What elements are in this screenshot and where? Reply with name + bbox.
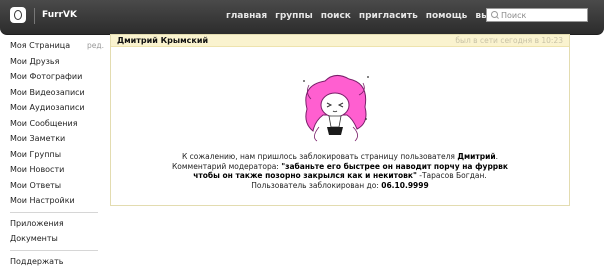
search-icon <box>491 11 498 18</box>
logo-icon[interactable] <box>10 7 26 23</box>
blocked-username: Дмитрий <box>457 152 495 161</box>
nav-invite[interactable]: пригласить <box>355 11 422 21</box>
online-status: был в сети сегодня в 10:23 <box>455 36 563 45</box>
blocked-until-line: Пользователь заблокирован до: 06.10.9999 <box>111 181 569 191</box>
nav-home[interactable]: главная <box>222 11 271 21</box>
brand-name[interactable]: FurrVK <box>42 10 77 20</box>
sidebar-item-groups[interactable]: Мои Группы <box>10 147 104 163</box>
sidebar-item-apps[interactable]: Приложения <box>10 216 104 232</box>
avatar <box>297 69 373 145</box>
sidebar-item-videos[interactable]: Мои Видеозаписи <box>10 85 104 101</box>
moderator-comment-label: Комментарий модератора: <box>172 162 281 171</box>
blocked-line: К сожалению, нам пришлось заблокировать … <box>111 152 569 162</box>
top-bar: FurrVK главная группы поиск пригласить п… <box>0 0 604 35</box>
sidebar-item-audio[interactable]: Мои Аудиозаписи <box>10 100 104 116</box>
nav-help[interactable]: помощь <box>422 11 472 21</box>
top-nav: главная группы поиск пригласить помощь в… <box>222 11 511 21</box>
sidebar-item-answers[interactable]: Мои Ответы <box>10 178 104 194</box>
blocked-message: К сожалению, нам пришлось заблокировать … <box>111 152 569 190</box>
edit-link[interactable]: ред. <box>87 38 104 54</box>
sidebar-item-photos[interactable]: Мои Фотографии <box>10 69 104 85</box>
sidebar-divider <box>10 212 98 213</box>
sidebar-item-label: Моя Страница <box>10 41 70 50</box>
sidebar-item-settings[interactable]: Мои Настройки <box>10 193 104 209</box>
sidebar-item-notes[interactable]: Мои Заметки <box>10 131 104 147</box>
nav-groups[interactable]: группы <box>271 11 317 21</box>
profile-panel: Дмитрий Крымский был в сети сегодня в 10… <box>110 34 570 206</box>
blocked-until-label: Пользователь заблокирован до: <box>251 181 381 190</box>
blocked-text-end: . <box>496 152 498 161</box>
profile-header: Дмитрий Крымский был в сети сегодня в 10… <box>111 35 569 47</box>
nav-search[interactable]: поиск <box>317 11 355 21</box>
sidebar-divider <box>10 250 98 251</box>
profile-name: Дмитрий Крымский <box>117 36 208 45</box>
sidebar-item-news[interactable]: Мои Новости <box>10 162 104 178</box>
logo-divider <box>34 8 35 24</box>
sidebar-item-messages[interactable]: Мои Сообщения <box>10 116 104 132</box>
moderator-comment-line: Комментарий модератора: "забаньте его бы… <box>170 162 510 181</box>
sidebar-item-friends[interactable]: Мои Друзья <box>10 54 104 70</box>
comment-author: -Тарасов Богдан. <box>417 171 487 180</box>
blocked-until-date: 06.10.9999 <box>381 181 428 190</box>
sidebar-item-my-page[interactable]: Моя Страница ред. <box>10 38 104 54</box>
blocked-text: К сожалению, нам пришлось заблокировать … <box>182 152 457 161</box>
search-input[interactable] <box>501 9 585 21</box>
sidebar: Моя Страница ред. Мои Друзья Мои Фотогра… <box>10 38 104 269</box>
sidebar-item-documents[interactable]: Документы <box>10 231 104 247</box>
search-box[interactable] <box>486 8 588 22</box>
